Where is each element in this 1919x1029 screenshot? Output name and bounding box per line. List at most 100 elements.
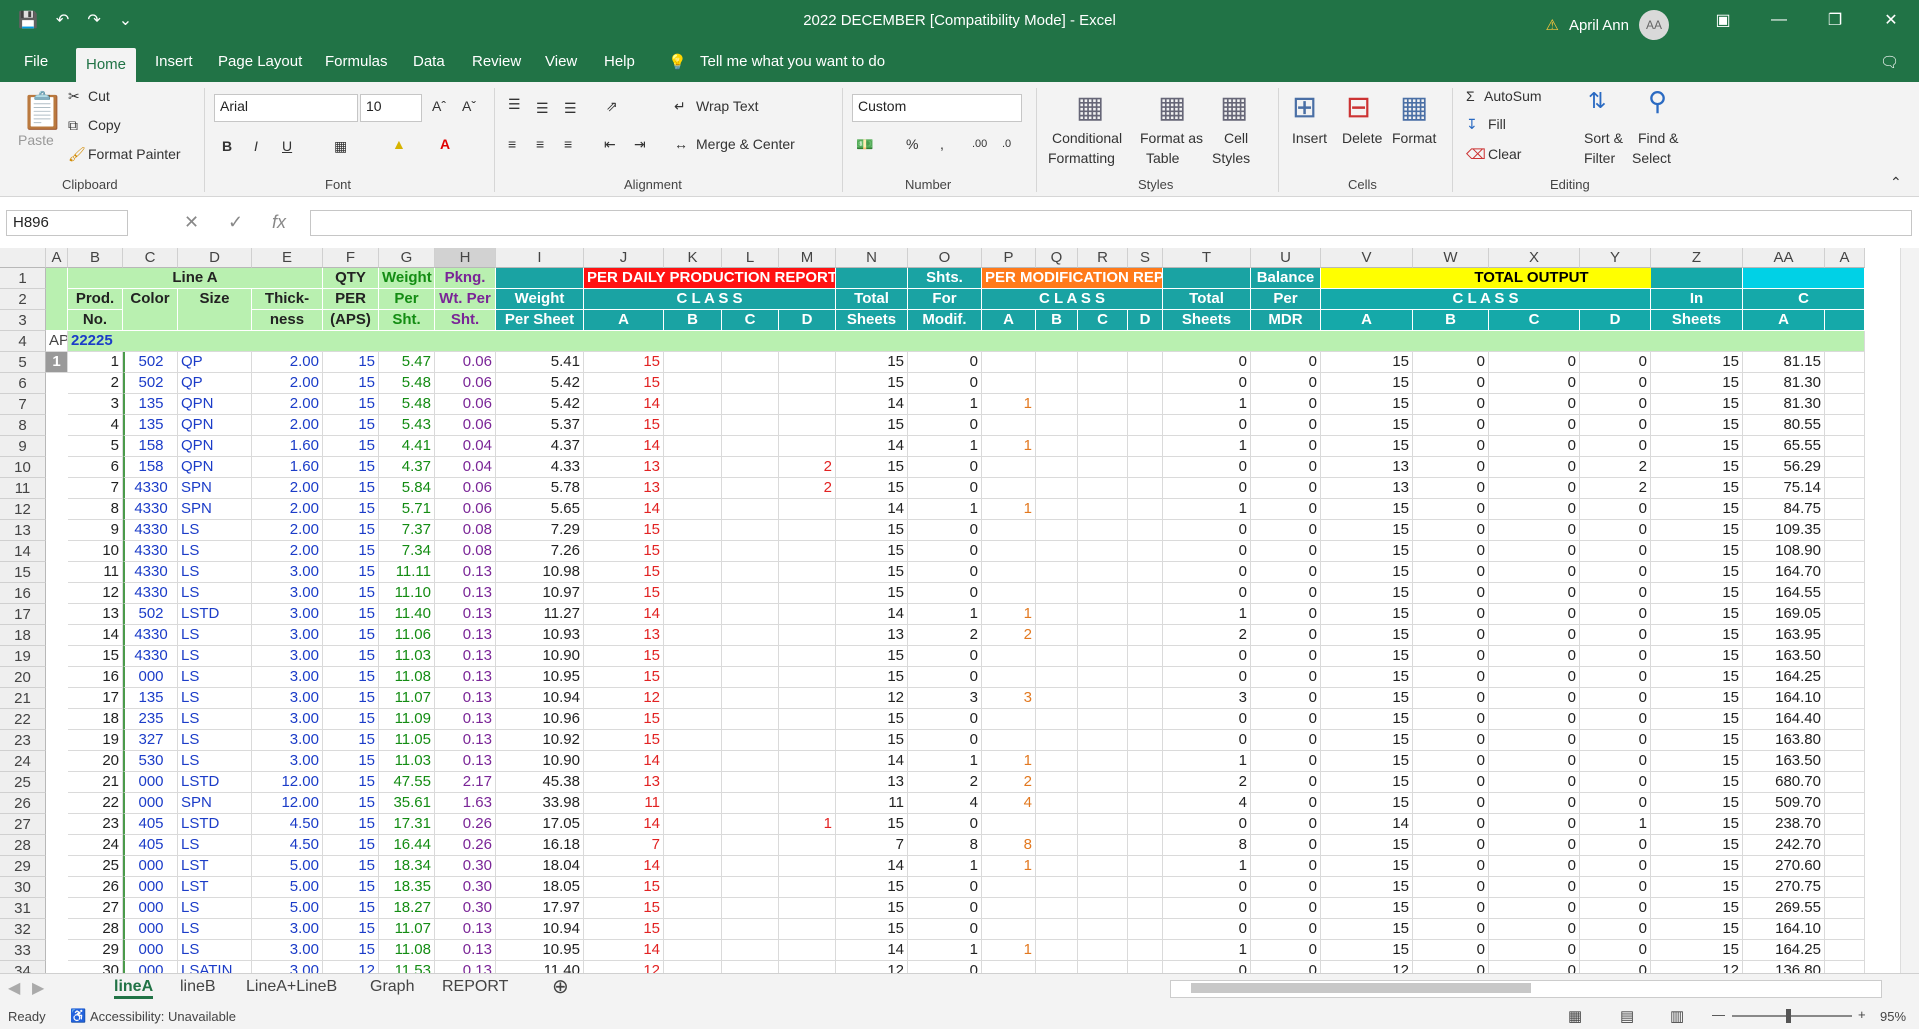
column-header[interactable]: X (1489, 248, 1580, 268)
zoom-slider[interactable] (1732, 1009, 1852, 1023)
row-header[interactable]: 9 (0, 436, 46, 457)
column-header[interactable]: O (908, 248, 982, 268)
row-header[interactable]: 31 (0, 898, 46, 919)
decrease-decimal-icon[interactable]: .0 (1002, 138, 1011, 150)
fill-color-icon[interactable]: ▲ (392, 136, 406, 152)
row-header[interactable]: 16 (0, 583, 46, 604)
sheet-tab-linea[interactable]: lineA (114, 978, 154, 999)
normal-view-icon[interactable]: ▦ (1568, 1007, 1582, 1025)
row-header[interactable]: 21 (0, 688, 46, 709)
merge-center-button[interactable]: Merge & Center (696, 136, 795, 152)
zoom-in-icon[interactable]: + (1858, 1007, 1866, 1022)
percent-icon[interactable]: % (906, 136, 918, 152)
font-color-icon[interactable]: A (440, 136, 450, 152)
sort-filter-button[interactable]: Sort & (1584, 130, 1623, 146)
tab-help[interactable]: Help (604, 53, 635, 70)
column-header[interactable]: V (1321, 248, 1413, 268)
zoom-level[interactable]: 95% (1880, 1009, 1906, 1024)
row-header[interactable]: 22 (0, 709, 46, 730)
autosum-button[interactable]: AutoSum (1484, 88, 1542, 104)
enter-icon[interactable]: ✓ (228, 212, 243, 233)
minimize-icon[interactable]: — (1751, 0, 1807, 40)
cut-button[interactable]: Cut (88, 88, 110, 104)
copy-button[interactable]: Copy (88, 117, 121, 133)
increase-indent-icon[interactable]: ⇥ (634, 136, 646, 153)
tab-data[interactable]: Data (413, 53, 445, 70)
format-as-table-button[interactable]: Format as (1140, 130, 1203, 146)
column-header[interactable]: S (1128, 248, 1163, 268)
row-header[interactable]: 2 (0, 289, 46, 310)
tab-formulas[interactable]: Formulas (325, 53, 388, 70)
user-account[interactable]: ⚠ April Ann AA (1546, 10, 1669, 40)
column-header[interactable]: J (584, 248, 664, 268)
column-header[interactable]: U (1251, 248, 1321, 268)
tab-file[interactable]: File (24, 53, 48, 70)
column-header[interactable]: G (379, 248, 435, 268)
row-header[interactable]: 32 (0, 919, 46, 940)
sheet-tab-lineb[interactable]: lineB (180, 978, 216, 996)
row-header[interactable]: 27 (0, 814, 46, 835)
delete-cells-button[interactable]: Delete (1342, 130, 1382, 146)
column-header[interactable]: D (178, 248, 252, 268)
insert-function-icon[interactable]: fx (272, 212, 286, 233)
row-header[interactable]: 23 (0, 730, 46, 751)
prev-sheet-icon[interactable]: ◀ (8, 978, 20, 998)
column-header[interactable]: M (779, 248, 836, 268)
tab-review[interactable]: Review (472, 53, 521, 70)
accounting-icon[interactable]: 💵 (856, 136, 873, 153)
row-header[interactable]: 12 (0, 499, 46, 520)
column-header[interactable]: A (1825, 248, 1865, 268)
row-header[interactable]: 8 (0, 415, 46, 436)
column-header[interactable]: T (1163, 248, 1251, 268)
column-header[interactable]: A (46, 248, 68, 268)
tab-home[interactable]: Home (76, 48, 137, 83)
close-icon[interactable]: ✕ (1863, 0, 1919, 40)
row-header[interactable]: 24 (0, 751, 46, 772)
increase-font-icon[interactable]: Aˆ (432, 98, 446, 114)
avatar[interactable]: AA (1639, 10, 1669, 40)
row-header[interactable]: 26 (0, 793, 46, 814)
conditional-formatting-button[interactable]: Conditional (1052, 130, 1122, 146)
column-header[interactable]: P (982, 248, 1036, 268)
row-header[interactable]: 30 (0, 877, 46, 898)
column-header[interactable]: Z (1651, 248, 1743, 268)
row-header[interactable]: 5 (0, 352, 46, 373)
row-header[interactable]: 10 (0, 457, 46, 478)
underline-icon[interactable]: U (282, 138, 292, 154)
select-all-corner[interactable] (0, 248, 46, 268)
align-bottom-icon[interactable]: ☰ (564, 100, 577, 117)
name-box[interactable]: H896 (6, 210, 128, 236)
cell-styles-button[interactable]: Cell (1224, 130, 1248, 146)
row-header[interactable]: 7 (0, 394, 46, 415)
column-header[interactable]: H (435, 248, 496, 268)
row-header[interactable]: 13 (0, 520, 46, 541)
tab-view[interactable]: View (545, 53, 577, 70)
column-header[interactable]: I (496, 248, 584, 268)
new-sheet-icon[interactable]: ⊕ (552, 974, 569, 999)
sheet-tab-linea-lineb[interactable]: LineA+LineB (246, 978, 337, 996)
column-header[interactable]: B (68, 248, 123, 268)
row-header[interactable]: 25 (0, 772, 46, 793)
align-top-icon[interactable]: ☰ (508, 96, 521, 113)
column-header[interactable]: L (722, 248, 779, 268)
row-header[interactable]: 33 (0, 940, 46, 961)
row-header[interactable]: 3 (0, 310, 46, 331)
tell-me-search[interactable]: Tell me what you want to do (700, 53, 885, 70)
insert-cells-button[interactable]: Insert (1292, 130, 1327, 146)
column-header[interactable]: K (664, 248, 722, 268)
decrease-indent-icon[interactable]: ⇤ (604, 136, 616, 153)
column-header[interactable]: R (1078, 248, 1128, 268)
row-header[interactable]: 11 (0, 478, 46, 499)
wrap-text-button[interactable]: Wrap Text (696, 98, 759, 114)
align-right-icon[interactable]: ≡ (564, 136, 572, 152)
bold-icon[interactable]: B (222, 138, 232, 154)
row-header[interactable]: 14 (0, 541, 46, 562)
font-size-select[interactable]: 10 (360, 94, 422, 122)
row-header[interactable]: 18 (0, 625, 46, 646)
format-painter-button[interactable]: Format Painter (88, 146, 181, 162)
zoom-slider-thumb[interactable] (1786, 1009, 1791, 1023)
zoom-out-icon[interactable]: — (1712, 1007, 1725, 1022)
column-header[interactable]: C (123, 248, 178, 268)
number-format-select[interactable]: Custom (852, 94, 1022, 122)
page-break-view-icon[interactable]: ▥ (1670, 1007, 1684, 1025)
